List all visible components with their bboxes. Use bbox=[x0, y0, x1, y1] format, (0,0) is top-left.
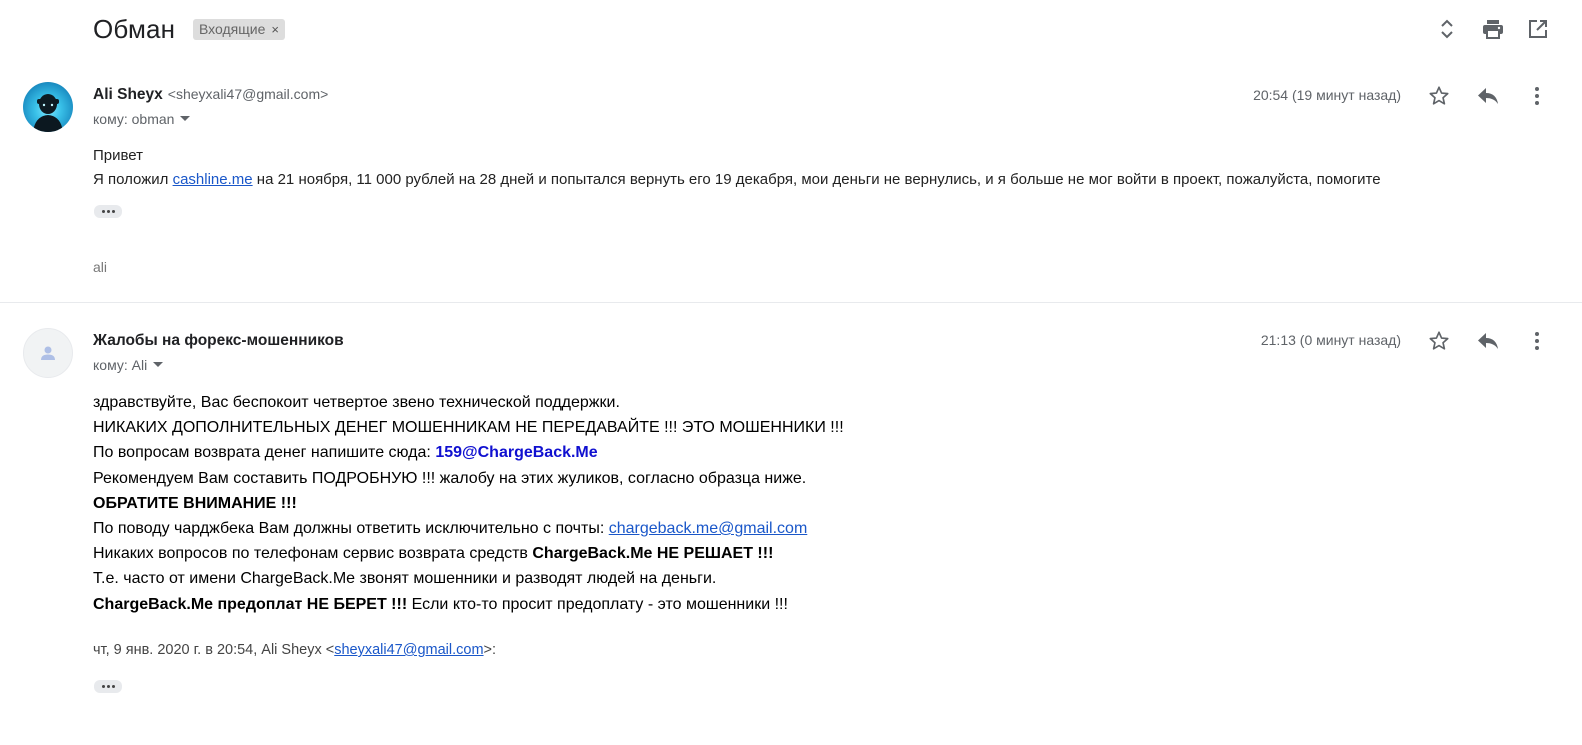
body-line: Никаких вопросов по телефонам сервис воз… bbox=[93, 541, 1093, 566]
sender-line: Жалобы на форекс-мошенников bbox=[93, 332, 344, 350]
reply-icon[interactable] bbox=[1475, 83, 1501, 109]
message-body: Привет Я положил cashline.me на 21 ноябр… bbox=[93, 144, 1381, 192]
more-options-icon[interactable] bbox=[1524, 83, 1550, 109]
recipient-dropdown[interactable]: кому: obman bbox=[93, 111, 191, 127]
label-chip-inbox[interactable]: Входящие × bbox=[193, 19, 285, 40]
quote-header: чт, 9 янв. 2020 г. в 20:54, Ali Sheyx <s… bbox=[93, 642, 496, 658]
body-line: НИКАКИХ ДОПОЛНИТЕЛЬНЫХ ДЕНЕГ МОШЕННИКАМ … bbox=[93, 419, 844, 437]
greeting-text: Привет bbox=[93, 147, 144, 164]
message-time: 21:13 (0 минут назад) bbox=[1260, 332, 1401, 348]
body-line-warning: ОБРАТИТЕ ВНИМАНИЕ !!! bbox=[93, 494, 297, 512]
expand-collapse-icon[interactable] bbox=[1434, 16, 1460, 42]
person-icon bbox=[41, 346, 55, 360]
reply-icon[interactable] bbox=[1475, 328, 1501, 354]
cashline-link[interactable]: cashline.me bbox=[173, 171, 253, 188]
sender-name[interactable]: Жалобы на форекс-мошенников bbox=[93, 332, 344, 349]
sender-email: <sheyxali47@gmail.com> bbox=[167, 86, 329, 102]
body-line: По вопросам возврата денег напишите сюда… bbox=[93, 440, 1093, 465]
sender-avatar-default[interactable] bbox=[23, 328, 73, 378]
body-line: здравствуйте, Вас беспокоит четвертое зв… bbox=[93, 394, 620, 411]
message-time: 20:54 (19 минут назад) bbox=[1253, 87, 1401, 103]
star-icon[interactable] bbox=[1426, 328, 1452, 354]
message-divider bbox=[0, 302, 1582, 303]
caret-down-icon bbox=[153, 362, 164, 367]
message-body: здравствуйте, Вас беспокоит четвертое зв… bbox=[93, 390, 1093, 617]
body-paragraph: Я положил cashline.me на 21 ноября, 11 0… bbox=[93, 168, 1381, 192]
chargeback-email-link[interactable]: chargeback.me@gmail.com bbox=[609, 520, 808, 537]
open-new-window-icon[interactable] bbox=[1525, 16, 1551, 42]
recipient-dropdown[interactable]: кому: Ali bbox=[93, 357, 164, 373]
body-line-text: По вопросам возврата денег напишите сюда… bbox=[93, 444, 436, 462]
star-icon[interactable] bbox=[1426, 83, 1452, 109]
body-line-bold: ChargeBack.Me НЕ РЕШАЕТ !!! bbox=[532, 545, 774, 563]
show-trimmed-content-button[interactable] bbox=[94, 205, 122, 218]
caret-down-icon bbox=[180, 116, 191, 121]
body-line-text: Если кто-то просит предоплату - это моше… bbox=[407, 595, 788, 613]
quote-suffix: >: bbox=[483, 642, 497, 658]
support-email: 159@ChargeBack.Me bbox=[435, 444, 598, 462]
more-options-icon[interactable] bbox=[1524, 328, 1550, 354]
body-line: Рекомендуем Вам составить ПОДРОБНУЮ !!! … bbox=[93, 469, 807, 487]
recipient-label: кому: Ali bbox=[93, 357, 148, 373]
sender-avatar[interactable] bbox=[23, 82, 73, 132]
show-trimmed-content-button[interactable] bbox=[94, 680, 122, 693]
body-text-end: на 21 ноября, 11 000 рублей на 28 дней и… bbox=[252, 171, 1381, 188]
sender-name[interactable]: Ali Sheyx bbox=[93, 86, 163, 104]
quote-email-link[interactable]: sheyxali47@gmail.com bbox=[334, 642, 483, 658]
body-line: ChargeBack.Me предоплат НЕ БЕРЕТ !!! Есл… bbox=[93, 592, 1093, 617]
sender-line: Ali Sheyx <sheyxali47@gmail.com> bbox=[93, 86, 328, 104]
print-icon[interactable] bbox=[1480, 16, 1506, 42]
body-text-start: Я положил bbox=[93, 171, 173, 188]
quote-prefix: чт, 9 янв. 2020 г. в 20:54, Ali Sheyx < bbox=[93, 642, 335, 658]
label-chip-text: Входящие bbox=[199, 21, 266, 37]
body-line-text: Никаких вопросов по телефонам сервис воз… bbox=[93, 545, 533, 563]
thread-subject: Обман bbox=[93, 14, 176, 44]
body-line: Т.е. часто от имени ChargeBack.Me звонят… bbox=[93, 570, 717, 588]
body-line: По поводу чарджбека Вам должны ответить … bbox=[93, 516, 1093, 541]
signature: ali bbox=[93, 259, 108, 275]
recipient-label: кому: obman bbox=[93, 111, 175, 127]
body-line-text: По поводу чарджбека Вам должны ответить … bbox=[93, 520, 609, 538]
label-remove-button[interactable]: × bbox=[271, 19, 279, 40]
body-line-bold: ChargeBack.Me предоплат НЕ БЕРЕТ !!! bbox=[93, 595, 408, 613]
